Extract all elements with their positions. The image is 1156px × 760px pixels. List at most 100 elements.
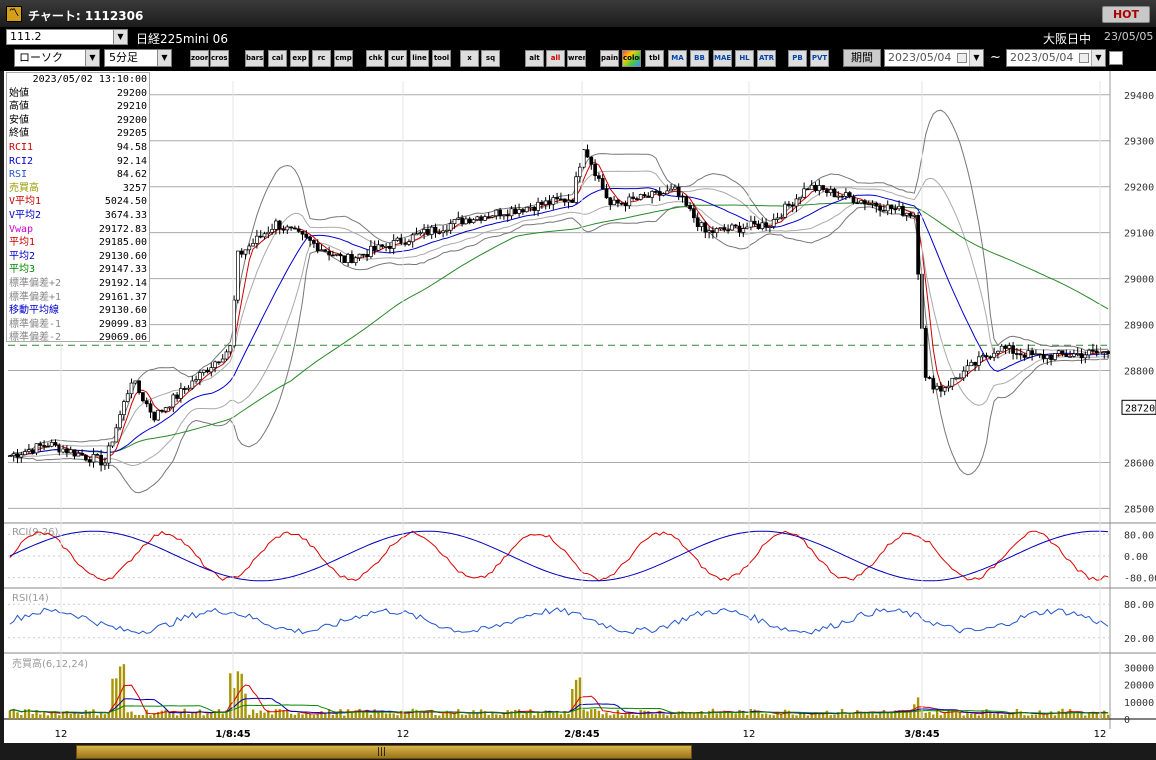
calendar-icon[interactable] bbox=[1079, 53, 1089, 63]
data-row-label: 高値 bbox=[9, 101, 29, 113]
volume-bar bbox=[818, 714, 821, 719]
toolbar-mae-button[interactable]: MAE bbox=[713, 50, 732, 67]
interval-value: 5分足 bbox=[109, 51, 138, 64]
volume-bar bbox=[476, 713, 479, 719]
toolbar-tbl-button[interactable]: tbl bbox=[645, 50, 664, 67]
candle-body bbox=[296, 228, 301, 232]
chevron-down-icon[interactable]: ▼ bbox=[969, 50, 983, 66]
toolbar-zoom-button[interactable]: zoom bbox=[190, 50, 209, 67]
candle-body bbox=[445, 229, 449, 232]
candle-body bbox=[540, 201, 544, 205]
candle-body bbox=[532, 206, 537, 211]
date-from-field[interactable]: 2023/05/04 ▼ bbox=[884, 49, 984, 67]
candle-body bbox=[555, 197, 559, 200]
candle-body bbox=[828, 188, 833, 194]
volume-bar bbox=[419, 712, 422, 719]
chart-area[interactable]: 29400 29300 29200 29100 29000 28900 28800 28600… bbox=[4, 71, 1156, 743]
candle-body bbox=[969, 361, 974, 367]
candle-body bbox=[452, 219, 457, 225]
candle-body bbox=[281, 228, 286, 231]
volume-bar bbox=[221, 713, 224, 719]
candle-body bbox=[65, 448, 69, 454]
candle-body bbox=[684, 196, 689, 206]
candle-body bbox=[524, 206, 529, 213]
hot-button[interactable]: HOT bbox=[1102, 6, 1150, 23]
toolbar-cross-button[interactable]: cross bbox=[210, 50, 229, 67]
code-input[interactable]: 111.2 ▼ bbox=[6, 29, 128, 45]
candle-body bbox=[680, 195, 685, 198]
candle-body bbox=[319, 249, 324, 252]
volume-bar bbox=[1076, 713, 1079, 719]
toolbar-rc-button[interactable]: rc bbox=[312, 50, 331, 67]
horizontal-scrollbar[interactable]: ||| bbox=[0, 744, 1156, 760]
interval-select[interactable]: 5分足 ▼ bbox=[104, 49, 172, 67]
toolbar-cur-button[interactable]: cur bbox=[388, 50, 407, 67]
candle-body bbox=[141, 392, 145, 402]
candle-body bbox=[1094, 350, 1099, 354]
date-to-field[interactable]: 2023/05/04 ▼ bbox=[1006, 49, 1106, 67]
volume-bar bbox=[255, 713, 259, 719]
calendar-icon[interactable] bbox=[957, 53, 967, 63]
chevron-down-icon[interactable]: ▼ bbox=[85, 50, 99, 66]
volume-bar bbox=[1057, 710, 1060, 719]
candle-body bbox=[376, 244, 381, 251]
toolbar-line-button[interactable]: line bbox=[410, 50, 429, 67]
candle-body bbox=[460, 217, 464, 225]
volume-bar bbox=[191, 712, 194, 719]
toolbar-alt-button[interactable]: alt bbox=[525, 50, 544, 67]
volume-tick-label: 0 bbox=[1124, 715, 1130, 726]
volume-bar bbox=[973, 713, 977, 719]
chevron-down-icon[interactable]: ▼ bbox=[1091, 50, 1105, 66]
toolbar-cmp-button[interactable]: cmp bbox=[334, 50, 353, 67]
candle-body bbox=[369, 245, 373, 257]
toolbar-tool-button[interactable]: tool bbox=[432, 50, 451, 67]
candle-body bbox=[517, 209, 521, 214]
volume-bar bbox=[1087, 712, 1091, 719]
scrollbar-thumb[interactable]: ||| bbox=[76, 745, 692, 759]
auto-refresh-checkbox[interactable] bbox=[1109, 51, 1123, 65]
toolbar-cal-button[interactable]: cal bbox=[268, 50, 287, 67]
candle-body bbox=[494, 209, 499, 217]
toolbar-exp-button[interactable]: exp bbox=[290, 50, 309, 67]
toolbar-chk-button[interactable]: chk bbox=[366, 50, 385, 67]
volume-bar bbox=[540, 713, 544, 719]
chart-type-select[interactable]: ローソク ▼ bbox=[14, 49, 100, 67]
volume-bar bbox=[715, 713, 718, 719]
toolbar-atr-button[interactable]: ATR bbox=[757, 50, 776, 67]
volume-tick-label: 10000 bbox=[1124, 698, 1154, 709]
volume-bar bbox=[187, 714, 190, 719]
candle-body bbox=[1049, 354, 1053, 360]
candle-body bbox=[673, 186, 677, 190]
toolbar-pvt-button[interactable]: PVT bbox=[810, 50, 829, 67]
chevron-down-icon[interactable]: ▼ bbox=[157, 50, 171, 66]
volume-bar bbox=[810, 714, 813, 719]
rsi-tick-label: 80.00 bbox=[1124, 600, 1154, 611]
toolbar-color-button[interactable]: color bbox=[622, 50, 641, 67]
candle-body bbox=[190, 380, 195, 389]
toolbar-wrench-button[interactable]: wrench bbox=[567, 50, 586, 67]
toolbar-x-button[interactable]: x bbox=[460, 50, 479, 67]
chevron-down-icon[interactable]: ▼ bbox=[113, 30, 127, 44]
volume-bar bbox=[20, 715, 23, 719]
candle-body bbox=[350, 253, 354, 263]
toolbar-paint-button[interactable]: paint bbox=[600, 50, 619, 67]
toolbar-pb-button[interactable]: PB bbox=[788, 50, 807, 67]
toolbar-bb-button[interactable]: BB bbox=[690, 50, 709, 67]
toolbar-sq-button[interactable]: sq bbox=[481, 50, 500, 67]
candle-body bbox=[262, 233, 267, 238]
candle-body bbox=[965, 365, 970, 372]
period-button[interactable]: 期間 bbox=[843, 49, 881, 67]
toolbar-bars-button[interactable]: bars bbox=[245, 50, 264, 67]
toolbar-hl-button[interactable]: HL bbox=[735, 50, 754, 67]
candle-body bbox=[388, 245, 392, 249]
volume-bar bbox=[958, 712, 962, 719]
candle-body bbox=[752, 220, 757, 225]
toolbar-all-button[interactable]: all bbox=[546, 50, 565, 67]
toolbar-ma-button[interactable]: MA bbox=[668, 50, 687, 67]
candle-body bbox=[365, 254, 369, 257]
candle-body bbox=[657, 191, 662, 196]
volume-bar bbox=[403, 714, 407, 719]
candle-body bbox=[505, 214, 510, 217]
chart-canvas[interactable]: 29400 29300 29200 29100 29000 28900 28800 28600… bbox=[4, 71, 1156, 743]
candle-body bbox=[593, 164, 597, 177]
